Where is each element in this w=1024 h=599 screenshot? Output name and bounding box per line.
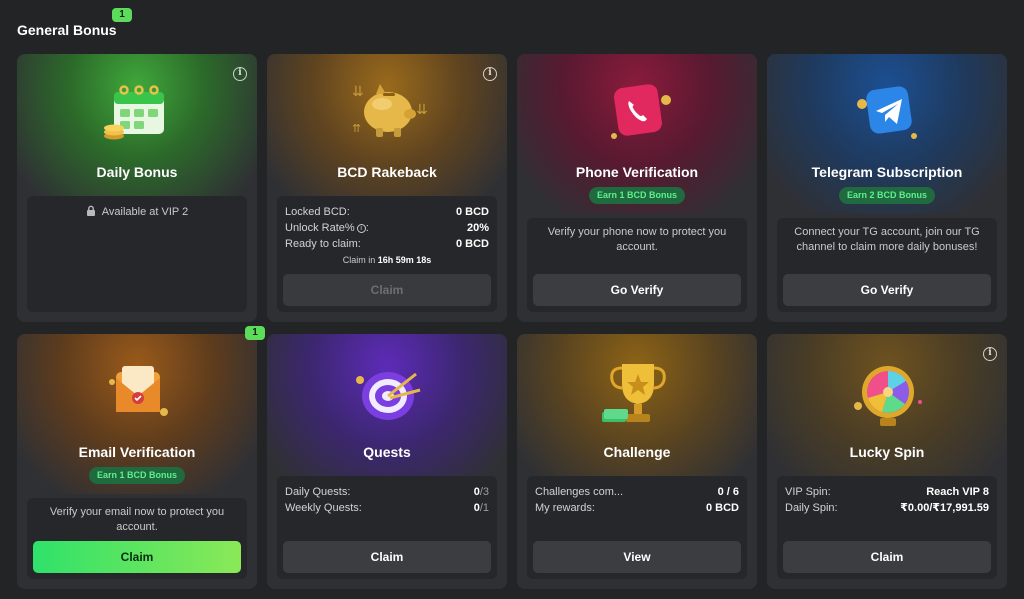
row-value: 20% (466, 222, 489, 234)
card-message: Connect your TG account, join our TG cha… (794, 226, 980, 253)
card-title: Lucky Spin (849, 444, 925, 460)
go-verify-button[interactable]: Go Verify (783, 274, 991, 306)
email-icon (109, 366, 168, 416)
challenges-completed-row: Challenges com... 0 / 6 (535, 484, 739, 500)
row-value: 0 BCD (455, 206, 489, 218)
svg-text:⇈: ⇈ (352, 123, 361, 135)
lock-text: Available at VIP 2 (101, 206, 189, 218)
quests-card: Quests Daily Quests: 0/3 Weekly Quests: … (267, 334, 507, 589)
card-panel: Locked BCD: 0 BCD Unlock Rate% i: 20% Rea… (277, 196, 497, 312)
trophy-icon (602, 364, 666, 422)
piggy-bank-icon: ⇊ ⇊ ⇈ (352, 83, 428, 137)
svg-text:⇊: ⇊ (416, 101, 428, 117)
info-icon[interactable]: i (983, 347, 997, 361)
lucky-spin-card: i Lucky Spin VIP Spin: Reach VIP 8 Daily… (767, 334, 1007, 589)
card-message: Verify your phone now to protect you acc… (547, 226, 727, 253)
claim-button[interactable]: Claim (783, 541, 991, 573)
daily-bonus-card: i Daily Bonus Available at VIP 2 (17, 54, 257, 322)
row-label: Weekly Quests: (285, 502, 362, 514)
row-label: Daily Spin: (785, 502, 838, 514)
claim-button[interactable]: Claim (283, 274, 491, 306)
row-value: 0 BCD (705, 502, 739, 514)
row-label: Locked BCD: (285, 206, 350, 218)
row-value-total: /1 (479, 502, 489, 514)
daily-quests-row: Daily Quests: 0/3 (285, 484, 489, 500)
card-title: Telegram Subscription (811, 164, 963, 180)
phone-icon (611, 84, 671, 139)
row-value: ₹0.00/₹17,991.59 (900, 502, 989, 514)
card-panel: Available at VIP 2 (27, 196, 247, 312)
vip-spin-row: VIP Spin: Reach VIP 8 (785, 484, 989, 500)
target-icon (356, 372, 421, 420)
telegram-subscription-card: Telegram Subscription Earn 2 BCD Bonus C… (767, 54, 1007, 322)
card-title: Quests (363, 444, 411, 460)
daily-spin-row: Daily Spin: ₹0.00/₹17,991.59 (785, 500, 989, 516)
row-value: 0 BCD (455, 238, 489, 250)
go-verify-button[interactable]: Go Verify (533, 274, 741, 306)
card-panel: Connect your TG account, join our TG cha… (777, 218, 997, 312)
info-icon[interactable]: i (483, 67, 497, 81)
row-label: Ready to claim: (285, 238, 361, 250)
email-verification-card: Email Verification Earn 1 BCD Bonus Veri… (17, 334, 257, 589)
card-title: Challenge (603, 444, 671, 460)
card-panel: Challenges com... 0 / 6 My rewards: 0 BC… (527, 476, 747, 579)
bonus-pill: Earn 2 BCD Bonus (838, 187, 936, 204)
info-icon[interactable]: i (356, 224, 366, 233)
card-title: Phone Verification (575, 164, 699, 180)
row-value-total: /3 (479, 486, 489, 498)
email-count-badge: 1 (245, 326, 265, 340)
lock-icon (86, 205, 95, 216)
row-value: Reach VIP 8 (926, 486, 989, 498)
claim-timer: Claim in 16h 59m 18s (277, 255, 497, 265)
card-panel: Verify your phone now to protect you acc… (527, 218, 747, 312)
timer-prefix: Claim in (342, 255, 376, 265)
claim-button[interactable]: Claim (283, 541, 491, 573)
claim-button[interactable]: Claim (33, 541, 241, 573)
card-panel: VIP Spin: Reach VIP 8 Daily Spin: ₹0.00/… (777, 476, 997, 579)
challenge-card: Challenge Challenges com... 0 / 6 My rew… (517, 334, 757, 589)
rakeback-card: i ⇊ ⇊ ⇈ BCD Rakeback Locked BCD: 0 BCD U… (267, 54, 507, 322)
row-label: Unlock Rate% (285, 222, 355, 234)
svg-text:⇊: ⇊ (352, 83, 364, 99)
section-count-badge: 1 (112, 8, 132, 22)
spin-wheel-icon (854, 366, 922, 426)
bonus-pill: Earn 1 BCD Bonus (88, 467, 186, 484)
row-label: VIP Spin: (785, 486, 831, 498)
row-label: Challenges com... (535, 486, 624, 498)
row-label: My rewards: (535, 502, 595, 514)
ready-to-claim-row: Ready to claim: 0 BCD (285, 236, 489, 252)
locked-bcd-row: Locked BCD: 0 BCD (285, 204, 489, 220)
row-value: 0 / 6 (717, 486, 739, 498)
card-title: Daily Bonus (96, 164, 178, 180)
section-title: General Bonus (17, 22, 117, 38)
lock-status: Available at VIP 2 (27, 205, 247, 218)
card-title: BCD Rakeback (337, 164, 437, 180)
card-panel: Verify your email now to protect you acc… (27, 498, 247, 579)
telegram-icon (857, 86, 917, 139)
my-rewards-row: My rewards: 0 BCD (535, 500, 739, 516)
card-panel: Daily Quests: 0/3 Weekly Quests: 0/1 Cla… (277, 476, 497, 579)
calendar-icon (104, 85, 164, 140)
row-label: Daily Quests: (285, 486, 351, 498)
weekly-quests-row: Weekly Quests: 0/1 (285, 500, 489, 516)
unlock-rate-row: Unlock Rate% i: 20% (285, 222, 489, 234)
phone-verification-card: Phone Verification Earn 1 BCD Bonus Veri… (517, 54, 757, 322)
bonus-pill: Earn 1 BCD Bonus (588, 187, 686, 204)
card-message: Verify your email now to protect you acc… (49, 506, 225, 533)
card-title: Email Verification (78, 444, 196, 460)
timer-value: 16h 59m 18s (377, 255, 432, 265)
view-button[interactable]: View (533, 541, 741, 573)
info-icon[interactable]: i (233, 67, 247, 81)
